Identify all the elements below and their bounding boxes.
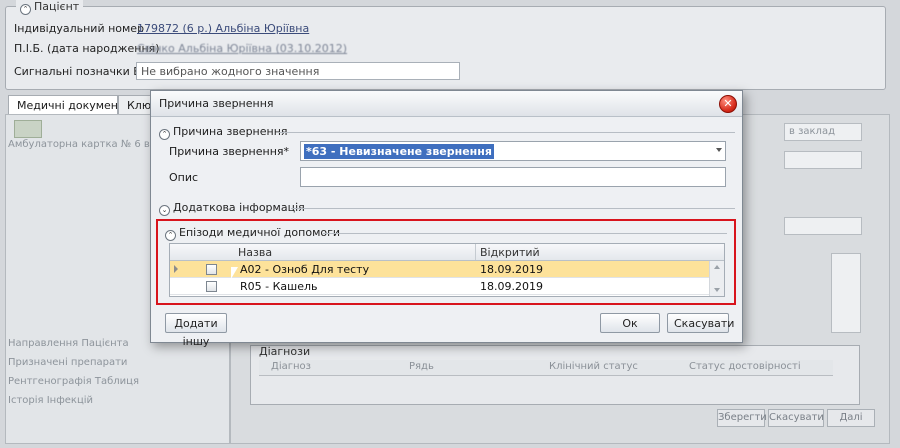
bg-side-panel [831, 253, 861, 333]
patient-name-link[interactable]: Свінко Альбіна Юріївна (03.10.2012) [137, 42, 347, 55]
dialog-title: Причина звернення [159, 97, 274, 110]
bg-field[interactable] [784, 217, 862, 235]
table-row[interactable]: A02 - Озноб Для тесту 18.09.2019 [170, 261, 710, 278]
cancel-button[interactable]: Скасувати [667, 313, 734, 333]
section-episodes-title: Епізоди медичної допомоги [179, 226, 341, 239]
diagnoses-title: Діагнози [259, 345, 311, 358]
section-episodes-header[interactable]: ⌃ Епізоди медичної допомоги [165, 226, 340, 241]
table-row[interactable]: R05 - Кашель 18.09.2019 [170, 278, 710, 295]
expand-down-icon[interactable]: ⌄ [159, 205, 170, 216]
left-list-item[interactable]: Направлення Пацієнта [8, 338, 129, 349]
tab-medical-documents[interactable]: Медичні документи [8, 95, 132, 115]
add-document-icon[interactable] [14, 120, 42, 138]
current-row-icon [174, 265, 178, 273]
section-divider [291, 208, 735, 209]
row-checkbox[interactable] [206, 264, 217, 275]
reason-dialog: Причина звернення ✕ ⌃ Причина звернення П… [150, 90, 743, 348]
section-additional-header[interactable]: ⌄ Додаткова інформація [159, 201, 305, 216]
reason-label: Причина звернення* [169, 145, 290, 158]
patient-group-caption[interactable]: ⌃ Пацієнт [16, 0, 84, 15]
diag-column-header: Клінічний статус [549, 361, 638, 372]
dropdown-arrow-icon[interactable] [716, 148, 722, 152]
patient-group-title: Пацієнт [34, 0, 80, 13]
episode-opened-cell: 18.09.2019 [480, 263, 543, 276]
dialog-titlebar[interactable]: Причина звернення ✕ [151, 91, 742, 117]
section-divider [323, 233, 727, 234]
left-list-item[interactable]: Історія Інфекцій [8, 395, 93, 406]
add-other-button[interactable]: Додати іншу [165, 313, 227, 348]
bg-field[interactable] [784, 151, 862, 169]
scroll-up-icon[interactable] [714, 265, 720, 269]
episode-name-cell: A02 - Озноб Для тесту [240, 263, 370, 276]
collapse-up-icon[interactable]: ⌃ [165, 230, 176, 241]
emk-select[interactable]: Не вибрано жодного значення [136, 62, 460, 80]
bg-select-field[interactable]: в заклад [784, 123, 862, 141]
bg-select-text: в заклад [789, 126, 835, 137]
episode-opened-cell: 18.09.2019 [480, 280, 543, 293]
save-button[interactable]: Зберегти [717, 409, 767, 427]
scroll-down-icon[interactable] [714, 288, 720, 292]
diagnoses-header: Діагноз Рядь Клінічний статус Статус дос… [259, 360, 833, 376]
reason-selected-value: *63 - Невизначене звернення [304, 144, 494, 159]
ok-button[interactable]: Ок [600, 313, 660, 333]
diag-column-header: Рядь [409, 361, 434, 372]
left-list-item[interactable]: Призначені препарати [8, 357, 127, 368]
bg-cancel-button[interactable]: Скасувати [768, 409, 824, 427]
section-reason-title: Причина звернення [173, 125, 288, 138]
patient-id-label: Індивідуальний номер [14, 22, 145, 35]
section-reason-header[interactable]: ⌃ Причина звернення [159, 125, 288, 140]
diagnoses-group: Діагнози Діагноз Рядь Клінічний статус С… [250, 345, 860, 405]
row-checkbox[interactable] [206, 281, 217, 292]
close-icon[interactable]: ✕ [719, 95, 737, 113]
description-input[interactable] [300, 167, 726, 187]
collapse-up-icon[interactable]: ⌃ [159, 129, 170, 140]
collapse-up-icon[interactable]: ⌃ [20, 4, 31, 15]
mouse-cursor-icon [230, 266, 239, 280]
episode-name-cell: R05 - Кашель [240, 280, 318, 293]
left-list-item[interactable]: Рентгенографія Таблиця [8, 376, 139, 387]
diag-column-header: Статус достовірності [689, 361, 801, 372]
section-divider [279, 132, 735, 133]
episodes-grid: Назва Відкритий A02 - Озноб Для тесту 18… [169, 243, 725, 297]
grid-header: Назва Відкритий [170, 244, 724, 261]
grid-column-opened[interactable]: Відкритий [480, 246, 540, 259]
section-additional-title: Додаткова інформація [173, 201, 305, 214]
next-button[interactable]: Далі [827, 409, 875, 427]
grid-scrollbar[interactable] [709, 261, 724, 296]
grid-column-name[interactable]: Назва [238, 246, 272, 259]
patient-id-link[interactable]: 179872 (6 р.) Альбіна Юріївна [137, 22, 309, 35]
reason-select[interactable]: *63 - Невизначене звернення [300, 141, 726, 161]
diag-column-header: Діагноз [271, 361, 311, 372]
column-divider[interactable] [475, 244, 476, 260]
description-label: Опис [169, 171, 199, 184]
